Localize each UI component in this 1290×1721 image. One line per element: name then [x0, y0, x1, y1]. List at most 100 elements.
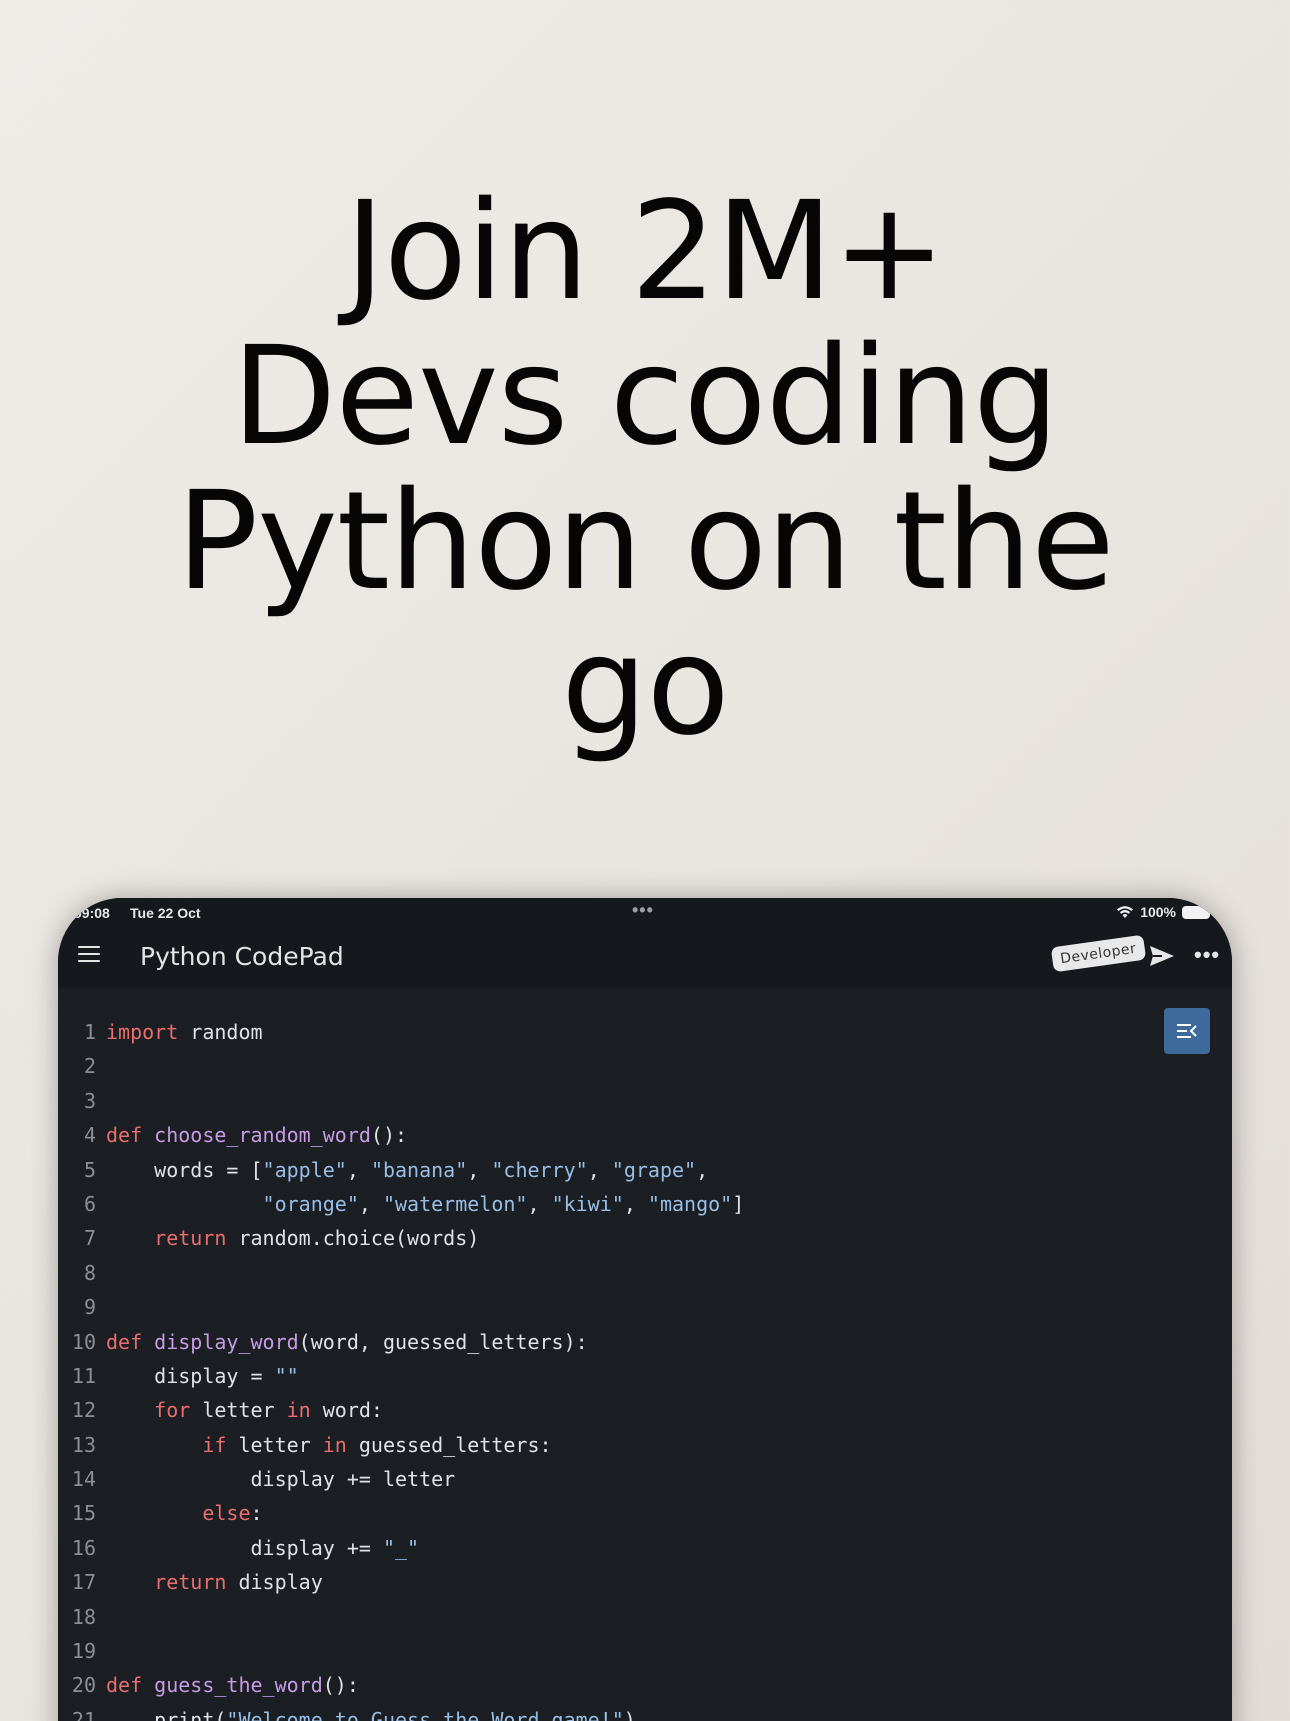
status-time: 09:08	[74, 905, 110, 921]
code-text[interactable]: def choose_random_word():	[106, 1123, 407, 1147]
code-text[interactable]: def guess_the_word():	[106, 1673, 359, 1697]
line-number: 21	[71, 1707, 96, 1721]
code-token: display +=	[106, 1535, 383, 1560]
code-token: ,	[696, 1157, 709, 1182]
code-line[interactable]: 4 def choose_random_word():	[58, 1123, 1232, 1157]
code-text[interactable]: words = ["apple", "banana", "cherry", "g…	[106, 1158, 708, 1182]
code-line[interactable]: 16 display += "_"	[58, 1536, 1232, 1570]
code-text[interactable]: if letter in guessed_letters:	[106, 1432, 552, 1457]
code-line[interactable]: 6 "orange", "watermelon", "kiwi", "mango…	[58, 1192, 1232, 1226]
code-token: print(	[106, 1707, 227, 1721]
code-token: ]	[732, 1191, 745, 1216]
code-token: "banana"	[370, 1157, 468, 1182]
line-number: 15	[71, 1501, 96, 1526]
code-token: def	[106, 1329, 143, 1354]
code-text[interactable]: def display_word(word, guessed_letters):	[106, 1330, 588, 1354]
code-line[interactable]: 11 display = ""	[58, 1364, 1232, 1398]
code-token: :	[250, 1501, 263, 1526]
code-line[interactable]: 12 for letter in word:	[58, 1398, 1232, 1432]
code-token: def	[106, 1123, 143, 1148]
code-text[interactable]: print("Welcome to Guess the Word game!")	[106, 1708, 636, 1721]
code-line[interactable]: 10 def display_word(word, guessed_letters…	[58, 1330, 1232, 1364]
status-right: 100%	[1116, 904, 1210, 920]
code-token: letter	[190, 1398, 287, 1423]
code-token: ():	[370, 1123, 408, 1148]
code-line[interactable]: 13 if letter in guessed_letters:	[58, 1433, 1232, 1467]
code-token: ,	[527, 1191, 552, 1216]
code-line[interactable]: 7 return random.choice(words)	[58, 1226, 1232, 1260]
more-icon[interactable]: •••	[1194, 942, 1220, 968]
code-text[interactable]: else:	[106, 1501, 263, 1526]
line-number: 5	[83, 1157, 96, 1182]
code-line[interactable]: 1 import random	[58, 1020, 1232, 1054]
headline-line-1: Join 2M+	[344, 173, 946, 331]
line-number: 6	[83, 1191, 96, 1216]
app-bar: Python CodePad Developer •••	[58, 926, 1232, 988]
code-token: "kiwi"	[551, 1191, 624, 1216]
code-lines[interactable]: 1 import random 2 3 4 def choose_random_word(…	[58, 1020, 1232, 1721]
line-number: 11	[71, 1363, 96, 1388]
line-number: 20	[71, 1673, 96, 1698]
headline-line-3: Python on the	[176, 463, 1114, 621]
code-token: random	[178, 1020, 263, 1044]
code-token: "Welcome to Guess the Word game!"	[226, 1707, 624, 1721]
code-text[interactable]: "orange", "watermelon", "kiwi", "mango"]	[106, 1191, 745, 1216]
code-token: "orange"	[262, 1191, 359, 1216]
code-token: "_"	[382, 1535, 420, 1560]
code-token: "watermelon"	[382, 1191, 528, 1216]
code-token: ,	[467, 1157, 492, 1182]
developer-badge[interactable]: Developer	[1050, 934, 1146, 973]
code-token: ""	[274, 1363, 299, 1388]
code-line[interactable]: 19	[58, 1639, 1232, 1673]
code-token: words = [	[106, 1157, 263, 1182]
code-token: def	[106, 1673, 143, 1698]
line-number: 10	[71, 1329, 96, 1354]
battery-icon	[1182, 905, 1210, 919]
code-text[interactable]: for letter in word:	[106, 1398, 383, 1422]
line-number: 4	[83, 1123, 96, 1148]
code-token: "cherry"	[491, 1157, 588, 1182]
code-line[interactable]: 8	[58, 1261, 1232, 1295]
code-line[interactable]: 3	[58, 1089, 1232, 1123]
code-line[interactable]: 5 words = ["apple", "banana", "cherry", …	[58, 1158, 1232, 1192]
code-line[interactable]: 17 return display	[58, 1570, 1232, 1604]
app-title: Python CodePad	[140, 942, 344, 971]
code-line[interactable]: 14 display += letter	[58, 1467, 1232, 1501]
code-token: guessed_letters:	[346, 1432, 552, 1457]
wifi-icon	[1117, 906, 1134, 918]
code-token: "grape"	[611, 1157, 697, 1182]
code-text[interactable]: return random.choice(words)	[106, 1226, 479, 1250]
line-number: 12	[71, 1398, 96, 1423]
line-number: 14	[71, 1467, 96, 1492]
line-number: 1	[83, 1020, 96, 1044]
send-icon[interactable]	[1148, 942, 1176, 970]
code-text[interactable]: import random	[106, 1020, 263, 1044]
headline-line-4: go	[561, 608, 730, 766]
code-line[interactable]: 18	[58, 1605, 1232, 1639]
code-text[interactable]: display = ""	[106, 1364, 299, 1388]
code-token: display	[226, 1570, 323, 1595]
line-number: 3	[83, 1088, 96, 1113]
multitasking-dots[interactable]: •••	[632, 900, 654, 921]
line-number: 2	[83, 1054, 96, 1079]
code-line[interactable]: 2	[58, 1054, 1232, 1088]
code-token: if	[202, 1432, 227, 1457]
menu-icon[interactable]	[78, 946, 100, 964]
code-line[interactable]: 21 print("Welcome to Guess the Word game…	[58, 1708, 1232, 1721]
status-date: Tue 22 Oct	[130, 905, 201, 921]
code-line[interactable]: 9	[58, 1295, 1232, 1329]
code-text[interactable]: display += letter	[106, 1467, 455, 1491]
code-text[interactable]: return display	[106, 1570, 323, 1594]
code-token: ():	[322, 1673, 359, 1698]
code-editor[interactable]: 1 import random 2 3 4 def choose_random_word(…	[58, 988, 1232, 1721]
line-number: 19	[71, 1639, 96, 1664]
code-text[interactable]: display += "_"	[106, 1536, 419, 1560]
code-line[interactable]: 20 def guess_the_word():	[58, 1673, 1232, 1707]
code-line[interactable]: 15 else:	[58, 1501, 1232, 1535]
code-token: guess_the_word	[154, 1673, 323, 1698]
line-number: 18	[71, 1604, 96, 1629]
